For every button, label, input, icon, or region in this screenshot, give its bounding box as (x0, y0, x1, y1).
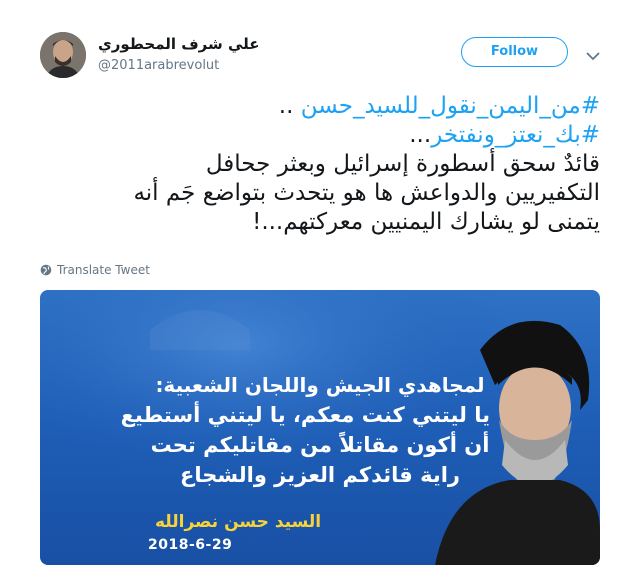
media-quote-line: راية قائدكم العزيز والشجاع (180, 463, 460, 487)
author-handle[interactable]: @2011arabrevolut (98, 58, 219, 73)
media-quote-line: يا ليتني كنت معكم، يا ليتني أستطيع (120, 403, 490, 427)
media-date: 2018-6-29 (148, 537, 233, 553)
chevron-down-icon[interactable] (586, 46, 600, 61)
media-quote-line: أن أكون مقاتلاً من مقاتليكم تحت (150, 433, 490, 457)
translate-tweet-link[interactable]: Translate Tweet (40, 263, 150, 277)
author-display-name[interactable]: علي شرف المحطوري (98, 35, 260, 53)
tweet-line-2: #بك_نعتز_ونفتخر... (40, 121, 600, 150)
hashtag-suffix: ... (409, 122, 432, 148)
avatar-image (40, 32, 86, 78)
tweet-body-line: التكفيريين والدواعش ها هو يتحدث بتواضع ج… (133, 180, 600, 206)
tweet-text: #من_اليمن_نقول_للسيد_حسن .. #بك_نعتز_ونف… (40, 92, 600, 237)
avatar[interactable] (40, 32, 86, 78)
globe-icon (40, 264, 52, 276)
hashtag-link[interactable]: #من_اليمن_نقول_للسيد_حسن (301, 93, 600, 119)
media-quote-line: لمجاهدي الجيش واللجان الشعبية: (155, 373, 485, 397)
hashtag-suffix: .. (278, 93, 301, 119)
tweet-body-line: قائدٌ سحق أسطورة إسرائيل وبعثر جحافل (205, 151, 600, 177)
media-signature: السيد حسن نصرالله (155, 512, 322, 532)
tweet-media-image[interactable]: لمجاهدي الجيش واللجان الشعبية: يا ليتني … (40, 290, 600, 565)
translate-label: Translate Tweet (57, 263, 150, 277)
hashtag-link[interactable]: #بك_نعتز_ونفتخر (431, 122, 600, 148)
follow-button[interactable]: Follow (461, 37, 568, 67)
tweet-line-1: #من_اليمن_نقول_للسيد_حسن .. (40, 92, 600, 121)
tweet-body-line: يتمنى لو يشارك اليمنيين معركتهم...! (252, 209, 600, 235)
media-quote: لمجاهدي الجيش واللجان الشعبية: يا ليتني … (120, 370, 490, 490)
